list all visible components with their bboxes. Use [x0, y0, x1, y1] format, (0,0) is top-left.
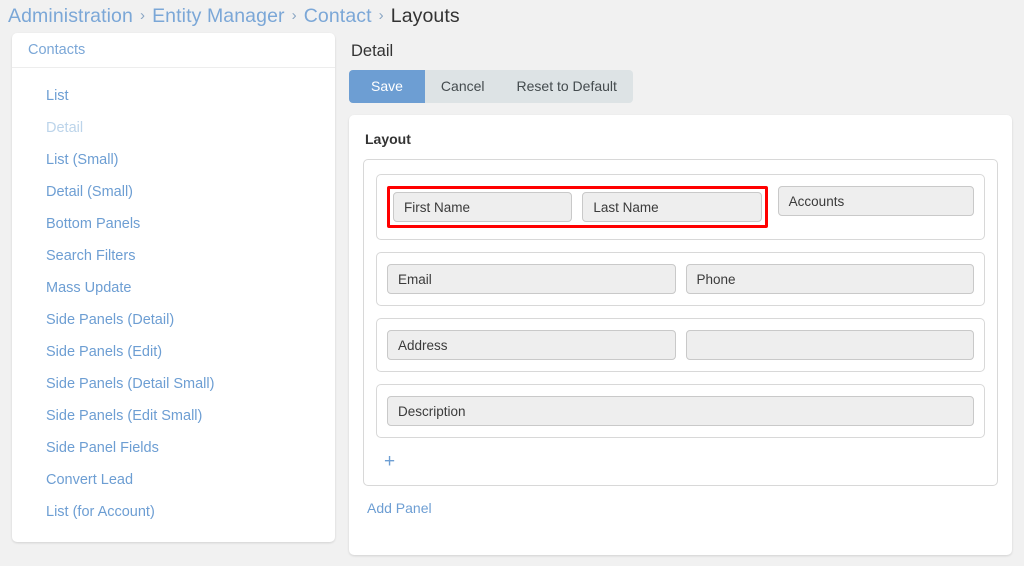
- sidebar-item-side-panels-edit-small[interactable]: Side Panels (Edit Small): [12, 400, 335, 432]
- sidebar-item-detail-small[interactable]: Detail (Small): [12, 176, 335, 208]
- layout-row: Description: [376, 384, 985, 438]
- layout-cell-last-name[interactable]: Last Name: [582, 192, 761, 222]
- add-row-plus-icon[interactable]: +: [378, 450, 401, 477]
- sidebar-item-bottom-panels[interactable]: Bottom Panels: [12, 208, 335, 240]
- sidebar-item-list-for-account[interactable]: List (for Account): [12, 496, 335, 528]
- breadcrumb-item-layouts: Layouts: [391, 5, 460, 28]
- sidebar-item-list[interactable]: List: [12, 80, 335, 112]
- sidebar-header: Contacts: [12, 33, 335, 68]
- layout-cell-description[interactable]: Description: [387, 396, 974, 426]
- sidebar-item-detail: Detail: [12, 112, 335, 144]
- sidebar-item-side-panels-detail-small[interactable]: Side Panels (Detail Small): [12, 368, 335, 400]
- sidebar-item-side-panels-detail[interactable]: Side Panels (Detail): [12, 304, 335, 336]
- layout-row: Email Phone: [376, 252, 985, 306]
- layout-card: Layout First Name Last Name Accounts Email P…: [349, 115, 1012, 555]
- sidebar-list: ListDetailList (Small)Detail (Small)Bott…: [12, 68, 335, 542]
- page-body: Contacts ListDetailList (Small)Detail (S…: [0, 33, 1024, 555]
- cancel-button[interactable]: Cancel: [425, 70, 501, 103]
- sidebar-item-search-filters[interactable]: Search Filters: [12, 240, 335, 272]
- layout-cell-first-name[interactable]: First Name: [393, 192, 572, 222]
- sidebar-entity-link[interactable]: Contacts: [28, 42, 85, 58]
- layout-row: First Name Last Name Accounts: [376, 174, 985, 240]
- layout-panel: First Name Last Name Accounts Email Phone Add…: [363, 159, 998, 486]
- breadcrumb-separator: ›: [140, 7, 145, 24]
- content-column: Detail Save Cancel Reset to Default Layo…: [335, 33, 1012, 555]
- layout-cell-empty[interactable]: [686, 330, 975, 360]
- action-button-group: Save Cancel Reset to Default: [349, 70, 633, 103]
- sidebar-item-convert-lead[interactable]: Convert Lead: [12, 464, 335, 496]
- reset-to-default-button[interactable]: Reset to Default: [501, 70, 633, 103]
- breadcrumb-item-administration[interactable]: Administration: [8, 5, 133, 28]
- sidebar-item-mass-update[interactable]: Mass Update: [12, 272, 335, 304]
- layout-card-title: Layout: [365, 131, 998, 147]
- sidebar: Contacts ListDetailList (Small)Detail (S…: [12, 33, 335, 542]
- breadcrumb-separator: ›: [379, 7, 384, 24]
- layout-cell-accounts[interactable]: Accounts: [778, 186, 974, 216]
- breadcrumb-item-contact[interactable]: Contact: [304, 5, 372, 28]
- selection-highlight-box: First Name Last Name: [387, 186, 768, 228]
- breadcrumb-separator: ›: [292, 7, 297, 24]
- layout-rows-container: First Name Last Name Accounts Email Phone Add…: [376, 174, 985, 438]
- save-button[interactable]: Save: [349, 70, 425, 103]
- add-panel-link[interactable]: Add Panel: [367, 500, 432, 516]
- page-title: Detail: [351, 42, 1012, 61]
- breadcrumb-item-entity-manager[interactable]: Entity Manager: [152, 5, 285, 28]
- layout-cell-phone[interactable]: Phone: [686, 264, 975, 294]
- breadcrumb: Administration › Entity Manager › Contact › La…: [0, 0, 1024, 33]
- layout-cell-email[interactable]: Email: [387, 264, 676, 294]
- layout-row: Address: [376, 318, 985, 372]
- sidebar-item-side-panels-edit[interactable]: Side Panels (Edit): [12, 336, 335, 368]
- sidebar-item-side-panel-fields[interactable]: Side Panel Fields: [12, 432, 335, 464]
- layout-cell-address[interactable]: Address: [387, 330, 676, 360]
- sidebar-item-list-small[interactable]: List (Small): [12, 144, 335, 176]
